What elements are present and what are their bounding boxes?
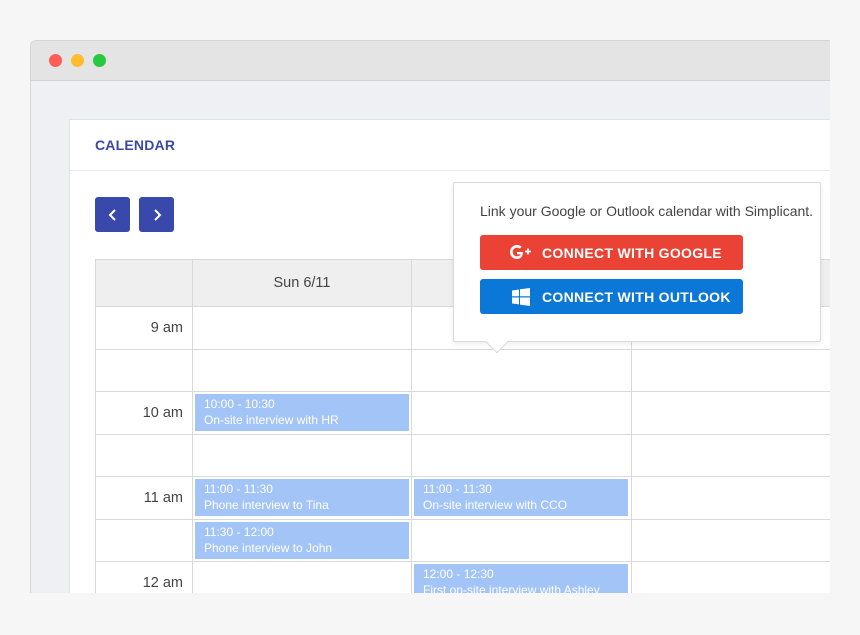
time-label: 11 am [143, 490, 183, 506]
event-time: 11:00 - 11:30 [423, 482, 492, 496]
connect-outlook-label: CONNECT WITH OUTLOOK [542, 288, 731, 305]
page-title: CALENDAR [95, 137, 176, 153]
grid-line [96, 476, 830, 477]
event-title: Phone interview to Tina [204, 498, 329, 512]
event-title: On-site interview with HR [204, 413, 339, 427]
close-window-button[interactable] [49, 54, 62, 67]
previous-button[interactable] [95, 197, 130, 232]
card-header: CALENDAR [70, 120, 830, 171]
google-plus-icon [509, 244, 533, 262]
time-label: 12 am [142, 575, 183, 591]
event-title: Phone interview to John [204, 541, 333, 555]
connect-outlook-button[interactable]: CONNECT WITH OUTLOOK [480, 279, 743, 314]
maximize-window-button[interactable] [93, 54, 106, 67]
grid-line [96, 519, 830, 520]
calendar-event[interactable]: 12:00 - 12:30 First on-site interview wi… [414, 564, 628, 593]
window-titlebar [31, 41, 830, 81]
event-time: 11:00 - 11:30 [204, 482, 273, 496]
event-title: On-site interview with CCO [423, 498, 568, 512]
grid-line [96, 349, 830, 350]
windows-icon [509, 287, 533, 306]
connect-google-label: CONNECT WITH GOOGLE [542, 244, 722, 261]
grid-line [96, 561, 830, 562]
day-header: Sun 6/11 [273, 275, 331, 291]
grid-line [411, 260, 412, 593]
calendar-event[interactable]: 11:30 - 12:00 Phone interview to John [195, 522, 409, 559]
calendar-event[interactable]: 10:00 - 10:30 On-site interview with HR [195, 394, 409, 431]
chevron-right-icon [153, 208, 161, 221]
minimize-window-button[interactable] [71, 54, 84, 67]
event-time: 10:00 - 10:30 [204, 397, 275, 411]
calendar-event[interactable]: 11:00 - 11:30 On-site interview with CCO [414, 479, 628, 516]
popover-message: Link your Google or Outlook calendar wit… [480, 203, 814, 219]
grid-line [96, 434, 830, 435]
grid-line [96, 391, 830, 392]
calendar-event[interactable]: 11:00 - 11:30 Phone interview to Tina [195, 479, 409, 516]
chevron-left-icon [108, 208, 116, 221]
time-label: 10 am [142, 405, 183, 421]
connect-calendar-popover: Link your Google or Outlook calendar wit… [453, 182, 821, 354]
event-time: 11:30 - 12:00 [204, 525, 274, 539]
time-label: 9 am [150, 320, 183, 336]
event-time: 12:00 - 12:30 [423, 567, 494, 581]
event-title: First on-site interview with Ashley [423, 583, 600, 593]
next-button[interactable] [139, 197, 174, 232]
grid-line [192, 260, 193, 593]
connect-google-button[interactable]: CONNECT WITH GOOGLE [480, 235, 743, 270]
